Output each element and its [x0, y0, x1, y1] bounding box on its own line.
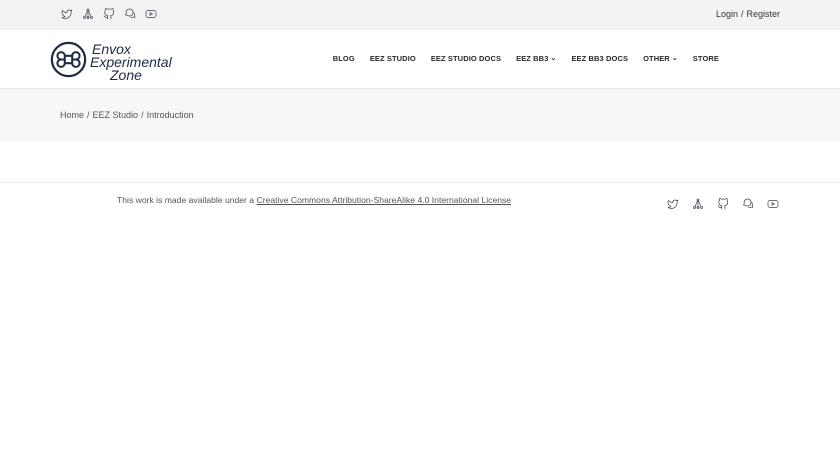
- network-icon[interactable]: [81, 7, 95, 21]
- nav-eez-studio-docs-label: EEZ STUDIO DOCS: [430, 54, 502, 63]
- nav-blog[interactable]: BLOG: [333, 54, 355, 63]
- license-prefix: This work is made available under a: [117, 195, 255, 205]
- github-icon[interactable]: [716, 197, 730, 211]
- license-notice: This work is made available under a Crea…: [117, 195, 511, 205]
- nav-eez-bb3[interactable]: EEZ BB3 ⌄: [516, 54, 556, 63]
- youtube-icon[interactable]: [766, 197, 780, 211]
- twitter-icon[interactable]: [666, 197, 680, 211]
- nav-eez-studio[interactable]: EEZ STUDIO: [370, 54, 416, 63]
- nav-eez-bb3-docs[interactable]: EEZ BB3 DOCS: [571, 54, 628, 63]
- breadcrumb-separator: /: [87, 110, 90, 120]
- breadcrumb-home[interactable]: Home: [60, 110, 84, 120]
- nav-other[interactable]: OTHER ⌄: [643, 54, 678, 63]
- network-icon[interactable]: [691, 197, 705, 211]
- nav-eez-bb3-label: EEZ BB3: [516, 54, 549, 63]
- register-link[interactable]: Register: [746, 9, 780, 19]
- nav-eez-studio-label: EEZ STUDIO: [369, 54, 416, 63]
- breadcrumb-bar: Home / EEZ Studio / Introduction: [0, 89, 840, 141]
- login-register: Login / Register: [716, 9, 780, 19]
- logo-mark-icon: [50, 41, 87, 83]
- nav-other-label: OTHER: [643, 54, 670, 63]
- login-link[interactable]: Login: [716, 9, 738, 19]
- site-header: Envox Experimental Zone BLOG EEZ STUDIO …: [0, 30, 840, 89]
- twitter-icon[interactable]: [60, 7, 74, 21]
- breadcrumb-separator: /: [141, 110, 144, 120]
- footer-social-links: [666, 197, 780, 211]
- forum-icon[interactable]: [123, 7, 137, 21]
- site-logo[interactable]: Envox Experimental Zone: [50, 41, 172, 83]
- nav-blog-label: BLOG: [332, 54, 355, 63]
- logo-text: Envox Experimental Zone: [90, 42, 172, 83]
- content-area: [0, 141, 840, 183]
- nav-store-label: STORE: [692, 54, 719, 63]
- login-separator: /: [740, 9, 744, 19]
- breadcrumb-eez-studio[interactable]: EEZ Studio: [93, 110, 139, 120]
- breadcrumb-current: Introduction: [146, 110, 194, 120]
- top-bar: Login / Register: [0, 0, 840, 30]
- nav-eez-bb3-docs-label: EEZ BB3 DOCS: [571, 54, 629, 63]
- main-nav: BLOG EEZ STUDIO EEZ STUDIO DOCS EEZ BB3 ⌄…: [333, 54, 719, 63]
- breadcrumb: Home / EEZ Studio / Introduction: [60, 110, 194, 120]
- youtube-icon[interactable]: [144, 7, 158, 21]
- chevron-down-icon: ⌄: [671, 55, 678, 62]
- site-footer: This work is made available under a Crea…: [0, 183, 840, 223]
- github-icon[interactable]: [102, 7, 116, 21]
- nav-eez-studio-docs[interactable]: EEZ STUDIO DOCS: [431, 54, 501, 63]
- nav-store[interactable]: STORE: [693, 54, 719, 63]
- license-link[interactable]: Creative Commons Attribution-ShareAlike …: [256, 195, 511, 205]
- logo-line-3: Zone: [110, 66, 142, 83]
- top-social-links: [60, 7, 158, 21]
- chevron-down-icon: ⌄: [550, 55, 557, 62]
- forum-icon[interactable]: [741, 197, 755, 211]
